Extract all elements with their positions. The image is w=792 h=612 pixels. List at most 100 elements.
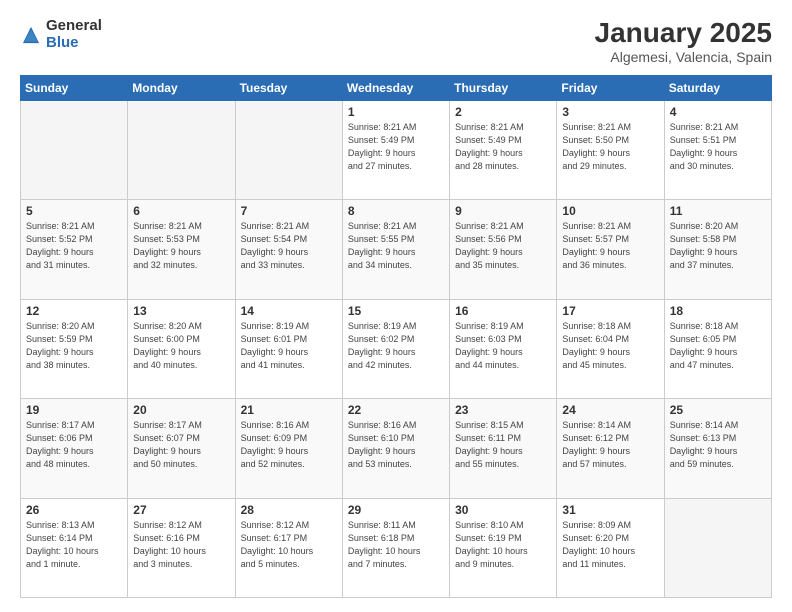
day-info: Sunrise: 8:12 AMSunset: 6:17 PMDaylight:… <box>241 519 337 571</box>
calendar-day-cell: 28 Sunrise: 8:12 AMSunset: 6:17 PMDayligh… <box>235 498 342 597</box>
day-info: Sunrise: 8:20 AMSunset: 5:58 PMDaylight:… <box>670 220 766 272</box>
calendar-day-cell <box>21 100 128 199</box>
day-info: Sunrise: 8:20 AMSunset: 6:00 PMDaylight:… <box>133 320 229 372</box>
weekday-header: Tuesday <box>235 75 342 100</box>
calendar-day-cell: 13 Sunrise: 8:20 AMSunset: 6:00 PMDayligh… <box>128 299 235 398</box>
day-number: 1 <box>348 105 444 119</box>
day-info: Sunrise: 8:21 AMSunset: 5:53 PMDaylight:… <box>133 220 229 272</box>
day-info: Sunrise: 8:19 AMSunset: 6:03 PMDaylight:… <box>455 320 551 372</box>
day-info: Sunrise: 8:16 AMSunset: 6:09 PMDaylight:… <box>241 419 337 471</box>
weekday-header: Sunday <box>21 75 128 100</box>
day-info: Sunrise: 8:11 AMSunset: 6:18 PMDaylight:… <box>348 519 444 571</box>
day-number: 28 <box>241 503 337 517</box>
day-number: 19 <box>26 403 122 417</box>
calendar-day-cell: 5 Sunrise: 8:21 AMSunset: 5:52 PMDaylight… <box>21 200 128 299</box>
day-number: 31 <box>562 503 658 517</box>
calendar-day-cell: 24 Sunrise: 8:14 AMSunset: 6:12 PMDayligh… <box>557 399 664 498</box>
day-info: Sunrise: 8:18 AMSunset: 6:04 PMDaylight:… <box>562 320 658 372</box>
calendar-day-cell: 15 Sunrise: 8:19 AMSunset: 6:02 PMDayligh… <box>342 299 449 398</box>
day-number: 13 <box>133 304 229 318</box>
weekday-header: Friday <box>557 75 664 100</box>
day-info: Sunrise: 8:19 AMSunset: 6:02 PMDaylight:… <box>348 320 444 372</box>
day-info: Sunrise: 8:19 AMSunset: 6:01 PMDaylight:… <box>241 320 337 372</box>
calendar-day-cell: 10Sunrise: 8:21 AMSunset: 5:57 PMDayligh… <box>557 200 664 299</box>
day-number: 22 <box>348 403 444 417</box>
day-number: 18 <box>670 304 766 318</box>
calendar-day-cell: 20 Sunrise: 8:17 AMSunset: 6:07 PMDayligh… <box>128 399 235 498</box>
weekday-header: Thursday <box>450 75 557 100</box>
day-number: 27 <box>133 503 229 517</box>
day-info: Sunrise: 8:21 AMSunset: 5:49 PMDaylight:… <box>348 121 444 173</box>
calendar-day-cell: 1 Sunrise: 8:21 AMSunset: 5:49 PMDaylight… <box>342 100 449 199</box>
calendar-day-cell <box>664 498 771 597</box>
logo-text: General Blue <box>46 18 102 51</box>
calendar-day-cell: 3 Sunrise: 8:21 AMSunset: 5:50 PMDaylight… <box>557 100 664 199</box>
calendar-day-cell: 26 Sunrise: 8:13 AMSunset: 6:14 PMDayligh… <box>21 498 128 597</box>
calendar-day-cell: 25 Sunrise: 8:14 AMSunset: 6:13 PMDayligh… <box>664 399 771 498</box>
day-info: Sunrise: 8:14 AMSunset: 6:13 PMDaylight:… <box>670 419 766 471</box>
day-number: 23 <box>455 403 551 417</box>
calendar-day-cell: 2Sunrise: 8:21 AMSunset: 5:49 PMDaylight… <box>450 100 557 199</box>
calendar-day-cell: 23 Sunrise: 8:15 AMSunset: 6:11 PMDayligh… <box>450 399 557 498</box>
calendar-day-cell: 12Sunrise: 8:20 AMSunset: 5:59 PMDayligh… <box>21 299 128 398</box>
day-number: 4 <box>670 105 766 119</box>
day-number: 16 <box>455 304 551 318</box>
calendar-day-cell: 7 Sunrise: 8:21 AMSunset: 5:54 PMDaylight… <box>235 200 342 299</box>
day-info: Sunrise: 8:21 AMSunset: 5:51 PMDaylight:… <box>670 121 766 173</box>
day-info: Sunrise: 8:15 AMSunset: 6:11 PMDaylight:… <box>455 419 551 471</box>
weekday-header: Wednesday <box>342 75 449 100</box>
day-info: Sunrise: 8:21 AMSunset: 5:55 PMDaylight:… <box>348 220 444 272</box>
day-number: 25 <box>670 403 766 417</box>
calendar-day-cell: 29Sunrise: 8:11 AMSunset: 6:18 PMDayligh… <box>342 498 449 597</box>
day-info: Sunrise: 8:14 AMSunset: 6:12 PMDaylight:… <box>562 419 658 471</box>
calendar-day-cell: 8 Sunrise: 8:21 AMSunset: 5:55 PMDaylight… <box>342 200 449 299</box>
day-info: Sunrise: 8:10 AMSunset: 6:19 PMDaylight:… <box>455 519 551 571</box>
day-info: Sunrise: 8:13 AMSunset: 6:14 PMDaylight:… <box>26 519 122 571</box>
calendar-day-cell: 18 Sunrise: 8:18 AMSunset: 6:05 PMDayligh… <box>664 299 771 398</box>
day-number: 5 <box>26 204 122 218</box>
title-block: January 2025 Algemesi, Valencia, Spain <box>595 18 772 65</box>
day-info: Sunrise: 8:17 AMSunset: 6:06 PMDaylight:… <box>26 419 122 471</box>
day-info: Sunrise: 8:18 AMSunset: 6:05 PMDaylight:… <box>670 320 766 372</box>
day-number: 7 <box>241 204 337 218</box>
calendar-day-cell: 21 Sunrise: 8:16 AMSunset: 6:09 PMDayligh… <box>235 399 342 498</box>
page: General Blue January 2025 Algemesi, Vale… <box>0 0 792 612</box>
calendar-day-cell: 27Sunrise: 8:12 AMSunset: 6:16 PMDayligh… <box>128 498 235 597</box>
calendar-day-cell: 11 Sunrise: 8:20 AMSunset: 5:58 PMDayligh… <box>664 200 771 299</box>
day-info: Sunrise: 8:21 AMSunset: 5:49 PMDaylight:… <box>455 121 551 173</box>
logo-icon <box>20 24 42 46</box>
calendar-week-row: 26 Sunrise: 8:13 AMSunset: 6:14 PMDayligh… <box>21 498 772 597</box>
day-number: 26 <box>26 503 122 517</box>
calendar-week-row: 5 Sunrise: 8:21 AMSunset: 5:52 PMDaylight… <box>21 200 772 299</box>
day-number: 17 <box>562 304 658 318</box>
calendar-day-cell <box>128 100 235 199</box>
day-number: 21 <box>241 403 337 417</box>
day-info: Sunrise: 8:20 AMSunset: 5:59 PMDaylight:… <box>26 320 122 372</box>
day-info: Sunrise: 8:17 AMSunset: 6:07 PMDaylight:… <box>133 419 229 471</box>
day-info: Sunrise: 8:09 AMSunset: 6:20 PMDaylight:… <box>562 519 658 571</box>
day-info: Sunrise: 8:21 AMSunset: 5:50 PMDaylight:… <box>562 121 658 173</box>
calendar-day-cell: 22 Sunrise: 8:16 AMSunset: 6:10 PMDayligh… <box>342 399 449 498</box>
calendar-day-cell <box>235 100 342 199</box>
calendar-title: January 2025 <box>595 18 772 49</box>
calendar-subtitle: Algemesi, Valencia, Spain <box>595 49 772 65</box>
day-info: Sunrise: 8:21 AMSunset: 5:54 PMDaylight:… <box>241 220 337 272</box>
day-number: 11 <box>670 204 766 218</box>
day-number: 3 <box>562 105 658 119</box>
day-info: Sunrise: 8:21 AMSunset: 5:52 PMDaylight:… <box>26 220 122 272</box>
day-number: 30 <box>455 503 551 517</box>
day-number: 24 <box>562 403 658 417</box>
calendar-day-cell: 16 Sunrise: 8:19 AMSunset: 6:03 PMDayligh… <box>450 299 557 398</box>
calendar-day-cell: 30 Sunrise: 8:10 AMSunset: 6:19 PMDayligh… <box>450 498 557 597</box>
header: General Blue January 2025 Algemesi, Vale… <box>20 18 772 65</box>
calendar-table: SundayMondayTuesdayWednesdayThursdayFrid… <box>20 75 772 598</box>
calendar-day-cell: 31 Sunrise: 8:09 AMSunset: 6:20 PMDayligh… <box>557 498 664 597</box>
day-number: 6 <box>133 204 229 218</box>
day-number: 15 <box>348 304 444 318</box>
day-info: Sunrise: 8:16 AMSunset: 6:10 PMDaylight:… <box>348 419 444 471</box>
day-number: 20 <box>133 403 229 417</box>
logo-general: General <box>46 17 102 34</box>
calendar-header-row: SundayMondayTuesdayWednesdayThursdayFrid… <box>21 75 772 100</box>
day-number: 8 <box>348 204 444 218</box>
logo: General Blue <box>20 18 102 51</box>
